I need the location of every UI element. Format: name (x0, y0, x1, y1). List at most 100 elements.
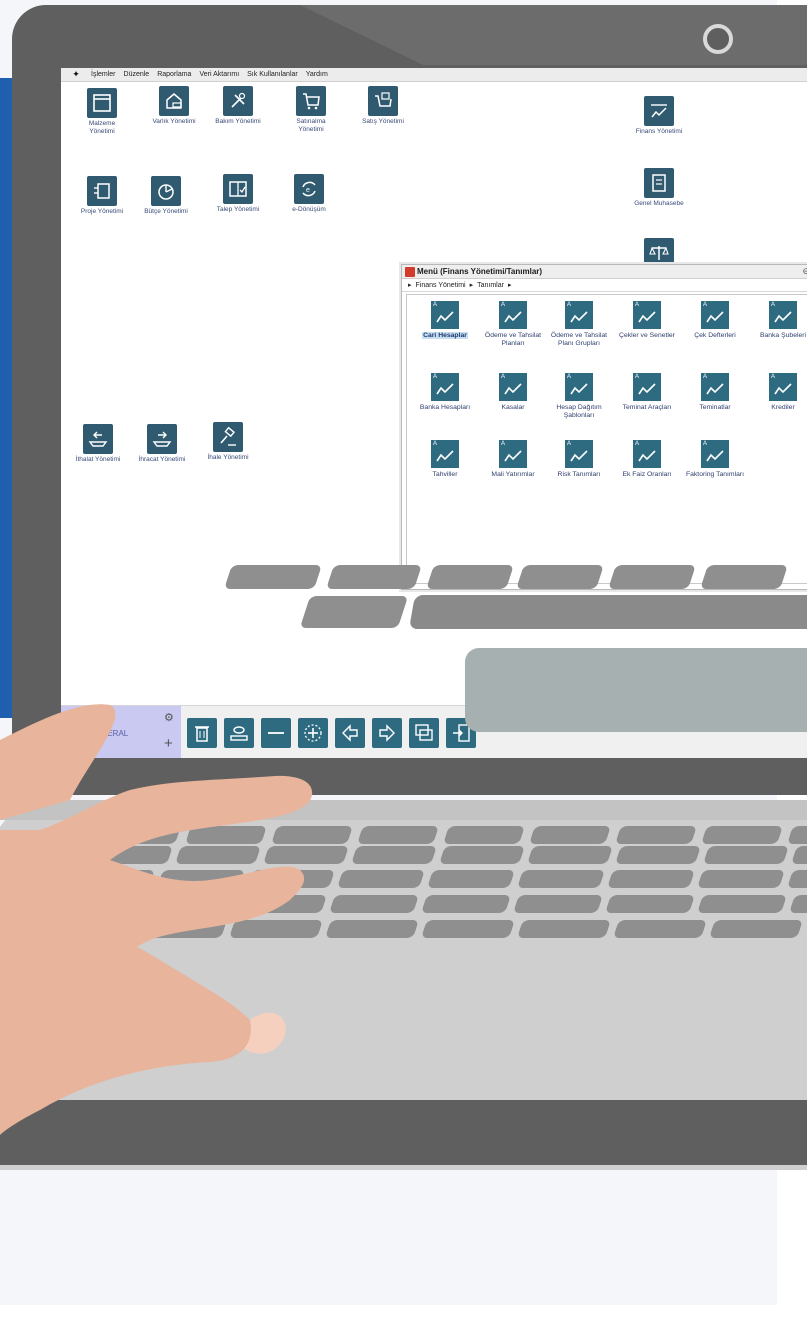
keyboard-key (529, 826, 611, 844)
keyboard-key (53, 895, 143, 913)
keyboard-key (185, 826, 267, 844)
menu-item[interactable]: A Ödeme ve Tahsilat Planları (479, 301, 547, 348)
keyboard-key (351, 846, 437, 864)
desktop-icon-label: İthalat Yönetimi (75, 456, 121, 463)
keyboard-key (99, 826, 181, 844)
menu-item[interactable]: A Teminatlar (681, 373, 749, 412)
keyboard-key (709, 920, 803, 938)
menu-item[interactable]: A Hesap Dağıtım Şablonları (545, 373, 613, 420)
desktop-icon-ithalat[interactable]: İthalat Yönetimi (61, 424, 135, 464)
chart-line-icon: A (633, 373, 661, 401)
menu-item[interactable]: A Banka Şubeleri (749, 301, 807, 340)
menu-item[interactable]: A Cari Hesaplar (411, 301, 479, 340)
menu-sik-kullanilanlar[interactable]: Sık Kullanılanlar (247, 71, 298, 78)
desktop-icon-malzeme[interactable]: Malzeme Yönetimi (65, 88, 139, 136)
touchpad (465, 648, 807, 732)
keyboard-key (326, 565, 422, 589)
chart-line-icon: A (565, 440, 593, 468)
breadcrumb-item-finans[interactable]: Finans Yönetimi (416, 282, 466, 289)
window-icon (87, 88, 117, 118)
desktop-icon-proje[interactable]: Proje Yönetimi (65, 176, 139, 216)
keyboard-key (224, 565, 322, 589)
keyboard-key (263, 846, 349, 864)
trash-icon[interactable] (187, 718, 217, 748)
menu-item[interactable]: A Çekler ve Senetler (613, 301, 681, 340)
menu-item[interactable]: A Faktoring Tanımları (681, 440, 749, 479)
project-icon (87, 176, 117, 206)
menu-item-label: Hesap Dağıtım Şablonları (556, 404, 602, 419)
menu-veri-aktarimi[interactable]: Veri Aktarımı (199, 71, 239, 78)
windows-icon[interactable] (409, 718, 439, 748)
menu-item-label: Faktoring Tanımları (685, 471, 745, 478)
keyboard-key (443, 826, 525, 844)
desktop-icon-ihracat[interactable]: İhracat Yönetimi (125, 424, 199, 464)
keyboard-key (175, 846, 261, 864)
preview-icon[interactable] (224, 718, 254, 748)
desktop-icon-label: İhale Yönetimi (207, 454, 249, 461)
keyboard-key (421, 920, 515, 938)
desktop-icon-edonusum[interactable]: e e-Dönüşüm (272, 174, 346, 214)
menu-item[interactable]: A Kasalar (479, 373, 547, 412)
keyboard-key (703, 846, 789, 864)
desktop-icon-talep[interactable]: Talep Yönetimi (201, 174, 275, 214)
menu-item[interactable]: A Risk Tanımları (545, 440, 613, 479)
profile-label[interactable]: GENERAL (90, 729, 128, 738)
menu-item[interactable]: A Banka Hesapları (411, 373, 479, 412)
desktop-icon-finans[interactable]: Finans Yönetimi (622, 96, 696, 136)
desktop-icon-label: Bütçe Yönetimi (144, 208, 188, 215)
desktop-icon-satis[interactable]: Satış Yönetimi (346, 86, 420, 126)
plus-icon[interactable]: + (164, 736, 173, 751)
desktop-icon-ihale[interactable]: İhale Yönetimi (191, 422, 265, 462)
keyboard-key (329, 895, 419, 913)
keyboard-key (325, 920, 419, 938)
desktop-icon-bakim[interactable]: Bakım Yönetimi (201, 86, 275, 126)
chart-line-icon: A (633, 440, 661, 468)
keyboard-key (421, 895, 511, 913)
chart-line-icon: A (499, 440, 527, 468)
keyboard-key (613, 920, 707, 938)
back-icon[interactable] (335, 718, 365, 748)
forward-icon[interactable] (372, 718, 402, 748)
minimize-icon[interactable]: ⊖ (802, 266, 807, 277)
chart-line-icon: A (431, 301, 459, 329)
menu-item[interactable]: A Ödeme ve Tahsilat Planı Grupları (545, 301, 613, 348)
menu-item[interactable]: A Mali Yatırımlar (479, 440, 547, 479)
keyboard-key (527, 846, 613, 864)
window-title-bar: Menü (Finans Yönetimi/Tanımlar) ⊖ (402, 265, 807, 279)
menu-item[interactable]: A Krediler (749, 373, 807, 412)
menu-yardim[interactable]: Yardım (306, 71, 328, 78)
keyboard-key (615, 826, 697, 844)
desktop-icon-genel-muhasebe[interactable]: Genel Muhasebe (622, 168, 696, 208)
desktop-icon-satinalma[interactable]: Satınalma Yönetimi (274, 86, 348, 134)
chart-line-icon: A (769, 301, 797, 329)
menu-item-label: Çek Defterleri (694, 332, 736, 339)
menu-islemler[interactable]: İşlemler (91, 71, 116, 78)
menu-item-label: Banka Şubeleri (759, 332, 807, 339)
chart-line-icon: A (565, 301, 593, 329)
menu-item[interactable]: A Teminat Araçları (613, 373, 681, 412)
laptop-hinge (0, 800, 807, 820)
add-icon[interactable] (298, 718, 328, 748)
desktop-icon-label: Satınalma Yönetimi (296, 118, 326, 133)
menu-raporlama[interactable]: Raporlama (157, 71, 191, 78)
keyboard-key (271, 826, 353, 844)
chart-line-icon: A (431, 440, 459, 468)
minus-icon[interactable] (261, 718, 291, 748)
gear-icon[interactable]: ⚙ (164, 711, 174, 724)
menu-duzenle[interactable]: Düzenle (124, 71, 150, 78)
menu-item[interactable]: A Çek Defterleri (681, 301, 749, 340)
window-title: Menü (Finans Yönetimi/Tanımlar) (417, 267, 543, 276)
chart-line-icon: A (633, 301, 661, 329)
keyboard-key (67, 870, 155, 888)
keyboard-key (516, 565, 604, 589)
chart-line-icon: A (769, 373, 797, 401)
menu-item[interactable]: A Tahviller (411, 440, 479, 479)
breadcrumb-item-tanimlar[interactable]: Tanımlar (477, 282, 504, 289)
import-ship-icon (83, 424, 113, 454)
keyboard-key (615, 846, 701, 864)
chart-line-icon: A (701, 373, 729, 401)
pin-icon[interactable]: ✦ (69, 69, 83, 80)
desktop-icon-varlik[interactable]: Varlık Yönetimi (137, 86, 211, 126)
desktop-icon-butce[interactable]: Bütçe Yönetimi (129, 176, 203, 216)
menu-item[interactable]: A Ek Faiz Oranları (613, 440, 681, 479)
